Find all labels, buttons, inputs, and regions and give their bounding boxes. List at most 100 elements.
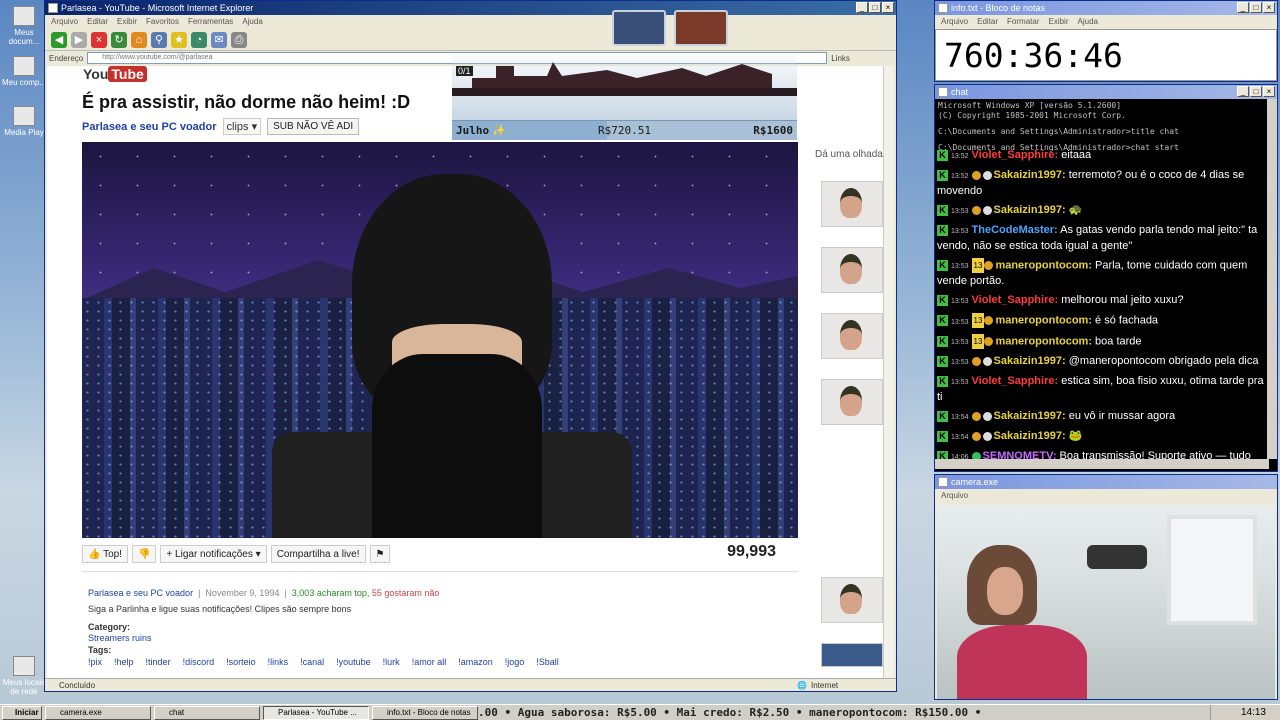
chat-username[interactable]: Sakaizin1997:	[994, 410, 1066, 422]
egg-badge-icon	[982, 411, 992, 421]
task-notepad[interactable]: info.txt - Bloco de notas	[372, 705, 478, 720]
console-h-scrollbar[interactable]	[935, 459, 1269, 469]
tag[interactable]: !youtube	[336, 657, 371, 667]
chat-username[interactable]: TheCodeMaster:	[972, 224, 1058, 236]
tag[interactable]: !sorteio	[226, 657, 256, 667]
minimize-button[interactable]: _	[1237, 2, 1249, 13]
close-button[interactable]: ×	[1263, 2, 1275, 13]
start-button[interactable]: Iniciar	[2, 705, 42, 720]
desc-channel-link[interactable]: Parlasea e seu PC voador	[88, 588, 193, 598]
egg-badge-icon	[982, 431, 992, 441]
menu-ferramentas[interactable]: Ferramentas	[188, 15, 233, 29]
tag[interactable]: !jogo	[505, 657, 525, 667]
notepad-titlebar[interactable]: info.txt - Bloco de notas _ □ ×	[935, 1, 1277, 15]
chat-username[interactable]: maneropontocom:	[995, 335, 1092, 347]
menu-ajuda[interactable]: Ajuda	[1078, 15, 1098, 29]
maximize-button[interactable]: □	[1250, 86, 1262, 97]
notify-button[interactable]: + Ligar notificações ▾	[160, 545, 267, 563]
console-scrollbar[interactable]	[1267, 99, 1277, 459]
back-icon[interactable]: ◀	[51, 31, 67, 48]
menu-arquivo[interactable]: Arquivo	[51, 15, 78, 29]
menu-favoritos[interactable]: Favoritos	[146, 15, 179, 29]
like-button[interactable]: 👍 Top!	[82, 545, 128, 563]
ie-titlebar[interactable]: Parlasea - YouTube - Microsoft Internet …	[45, 1, 896, 15]
chat-username[interactable]: Violet_Sapphire:	[972, 149, 1059, 161]
tag[interactable]: !help	[114, 657, 134, 667]
video-player[interactable]	[82, 142, 798, 538]
desktop-icon-network[interactable]: Meus locais de rede	[2, 656, 46, 696]
chat-username[interactable]: Sakaizin1997:	[994, 169, 1066, 181]
tag[interactable]: !pix	[88, 657, 102, 667]
task-chat[interactable]: chat	[154, 705, 260, 720]
youtube-logo[interactable]: You Tube	[83, 66, 147, 82]
stop-icon[interactable]: ×	[91, 31, 107, 48]
minimize-button[interactable]: _	[856, 2, 868, 13]
notepad-text-area[interactable]: 760:36:46	[935, 29, 1277, 81]
dislike-button[interactable]: 👎	[131, 545, 157, 563]
favorites-icon[interactable]: ★	[171, 31, 187, 48]
related-thumbnail[interactable]	[821, 313, 883, 359]
close-button[interactable]: ×	[1263, 86, 1275, 97]
ie-menubar: Arquivo Editar Exibir Favoritos Ferramen…	[45, 15, 896, 29]
related-thumbnail[interactable]	[821, 247, 883, 293]
tag[interactable]: !discord	[183, 657, 215, 667]
tag[interactable]: !links	[268, 657, 289, 667]
tag[interactable]: !lurk	[383, 657, 400, 667]
menu-arquivo[interactable]: Arquivo	[941, 489, 968, 503]
egg-badge-icon	[982, 170, 992, 180]
page-scrollbar[interactable]	[883, 66, 894, 678]
chat-username[interactable]: maneropontocom:	[995, 259, 1092, 271]
chat-username[interactable]: SEMNOMETV:	[983, 450, 1057, 459]
camera-titlebar[interactable]: camera.exe	[935, 475, 1277, 489]
menu-arquivo[interactable]: Arquivo	[941, 15, 968, 29]
close-button[interactable]: ×	[882, 2, 894, 13]
task-camera[interactable]: camera.exe	[45, 705, 151, 720]
print-icon[interactable]: ⎙	[231, 31, 247, 48]
tag[interactable]: !Sball	[536, 657, 559, 667]
tag[interactable]: !amazon	[458, 657, 493, 667]
task-ie[interactable]: Parlasea - YouTube ...	[263, 705, 369, 720]
menu-exibir[interactable]: Exibir	[117, 15, 137, 29]
category-link[interactable]: Streamers ruins	[88, 633, 152, 643]
forward-icon[interactable]: ▶	[71, 31, 87, 48]
history-icon[interactable]: ◔	[191, 31, 207, 48]
message-time: 13:52	[951, 173, 969, 180]
menu-formatar[interactable]: Formatar	[1007, 15, 1039, 29]
links-label[interactable]: Links	[831, 54, 850, 63]
related-thumbnail[interactable]	[821, 379, 883, 425]
chat-message: K 14:06 SEMNOMETV: Boa transmissão! Suport…	[937, 448, 1267, 459]
tag[interactable]: !canal	[300, 657, 324, 667]
chat-username[interactable]: Violet_Sapphire:	[972, 375, 1059, 387]
channel-link[interactable]: Parlasea e seu PC voador	[82, 121, 217, 133]
share-button[interactable]: Compartilha a live!	[270, 545, 366, 563]
chat-username[interactable]: Violet_Sapphire:	[972, 294, 1059, 306]
chat-username[interactable]: Sakaizin1997:	[994, 204, 1066, 216]
minimize-button[interactable]: _	[1237, 86, 1249, 97]
menu-editar[interactable]: Editar	[977, 15, 998, 29]
related-thumbnail[interactable]	[821, 577, 883, 623]
chat-titlebar[interactable]: chat _ □ ×	[935, 85, 1277, 99]
related-thumbnail[interactable]	[821, 181, 883, 227]
maximize-button[interactable]: □	[1250, 2, 1262, 13]
clips-dropdown[interactable]: clips ▾	[222, 118, 262, 135]
menu-editar[interactable]: Editar	[87, 15, 108, 29]
chat-username[interactable]: maneropontocom:	[995, 315, 1092, 327]
tag[interactable]: !tinder	[146, 657, 171, 667]
flag-button[interactable]: ⚑	[369, 545, 391, 563]
search-icon[interactable]: ⚲	[151, 31, 167, 48]
maximize-button[interactable]: □	[869, 2, 881, 13]
desktop-icon-media-player[interactable]: Media Play	[2, 106, 46, 137]
desktop-icon-docs[interactable]: Meus docum...	[2, 6, 46, 46]
refresh-icon[interactable]: ↻	[111, 31, 127, 48]
menu-exibir[interactable]: Exibir	[1048, 15, 1068, 29]
chat-username[interactable]: Sakaizin1997:	[994, 430, 1066, 442]
chat-username[interactable]: Sakaizin1997:	[994, 355, 1066, 367]
subscribe-button[interactable]: SUB NÃO VÊ ADI	[267, 118, 360, 135]
badge-icon	[971, 356, 981, 366]
home-icon[interactable]: ⌂	[131, 31, 147, 48]
related-thumbnail[interactable]	[821, 643, 883, 667]
mail-icon[interactable]: ✉	[211, 31, 227, 48]
menu-ajuda[interactable]: Ajuda	[242, 15, 262, 29]
tag[interactable]: !amor all	[412, 657, 447, 667]
desktop-icon-computer[interactable]: Meu comp...	[2, 56, 46, 87]
